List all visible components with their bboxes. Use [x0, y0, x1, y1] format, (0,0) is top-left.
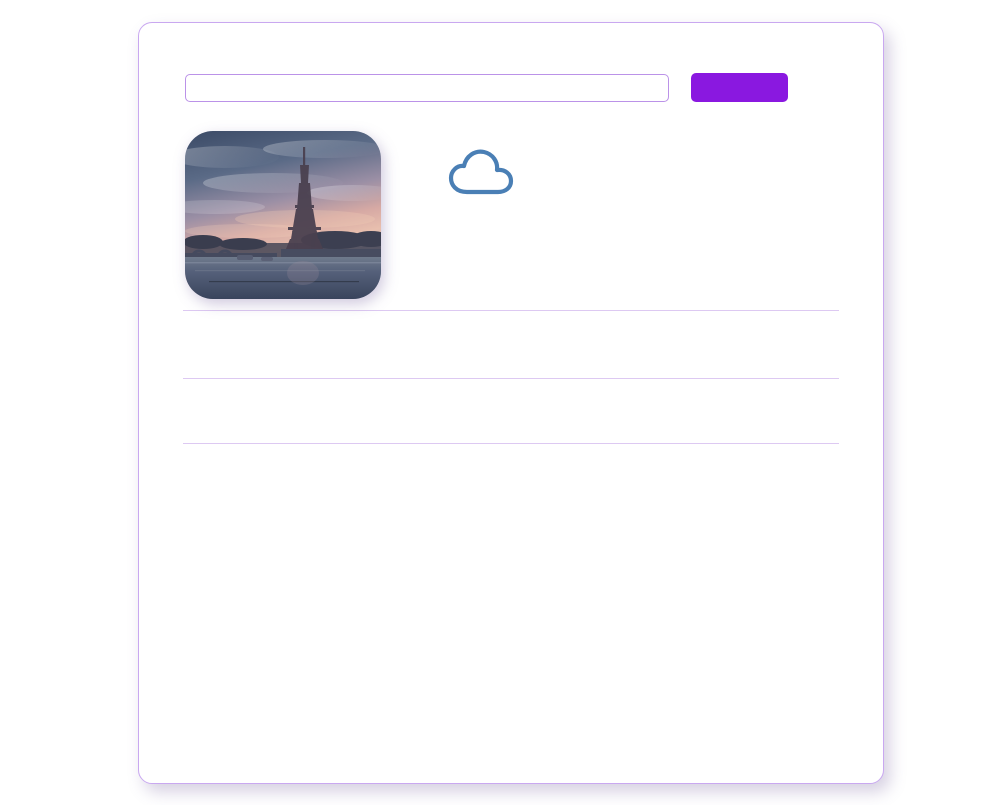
- hourly-forecast-title: [183, 311, 839, 345]
- current-temperature-block: [447, 137, 527, 206]
- current-conditions: [183, 131, 839, 299]
- weather-card: [138, 22, 884, 784]
- unit-toggle: [521, 145, 527, 165]
- app-page: [0, 0, 1000, 805]
- search-form: [183, 73, 839, 102]
- city-photo: [185, 131, 381, 299]
- broken-clouds-icon: [448, 149, 514, 195]
- search-input[interactable]: [185, 73, 669, 102]
- card-content: [139, 23, 883, 474]
- search-button[interactable]: [691, 73, 788, 102]
- footer: [183, 444, 839, 474]
- daily-forecast-title: [183, 379, 839, 412]
- eiffel-tower-image: [185, 131, 381, 299]
